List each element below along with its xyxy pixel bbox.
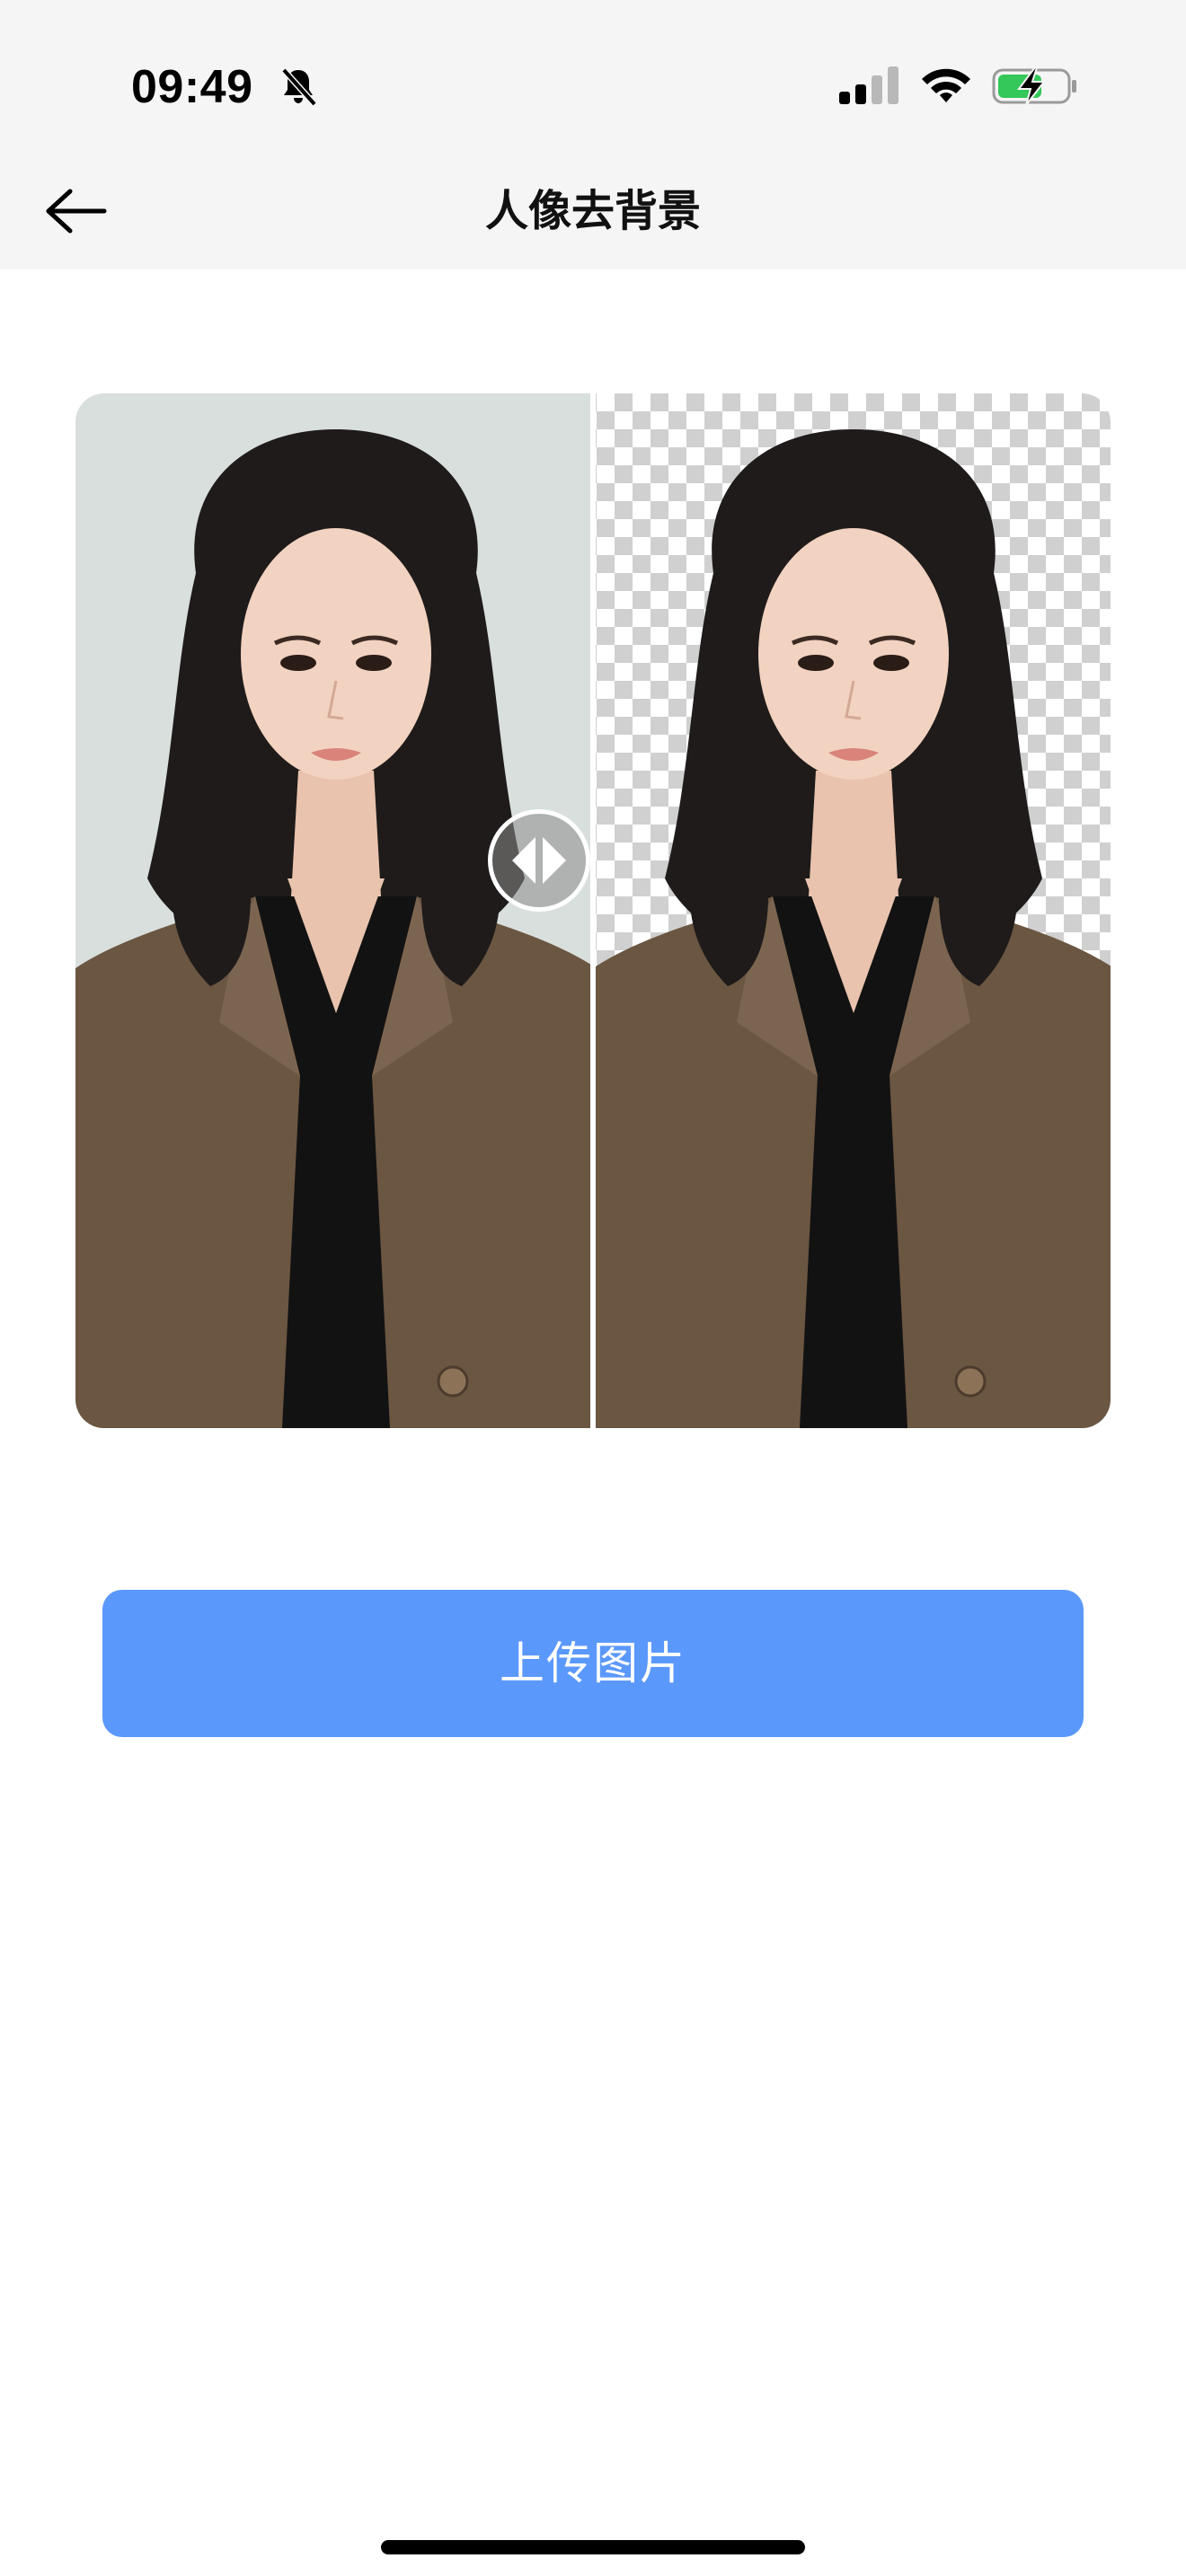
battery-charging-icon <box>992 66 1076 106</box>
home-indicator[interactable] <box>381 2540 805 2554</box>
upload-image-button[interactable]: 上传图片 <box>102 1590 1084 1737</box>
bell-slash-icon <box>281 67 317 107</box>
page-title: 人像去背景 <box>484 186 701 236</box>
cellular-signal-icon <box>839 66 898 104</box>
status-time: 09:49 <box>131 61 253 113</box>
wifi-icon <box>922 68 970 102</box>
comparison-preview[interactable] <box>75 393 1111 1428</box>
split-compare-handle-icon <box>512 837 566 884</box>
split-compare-handle[interactable] <box>488 809 590 912</box>
